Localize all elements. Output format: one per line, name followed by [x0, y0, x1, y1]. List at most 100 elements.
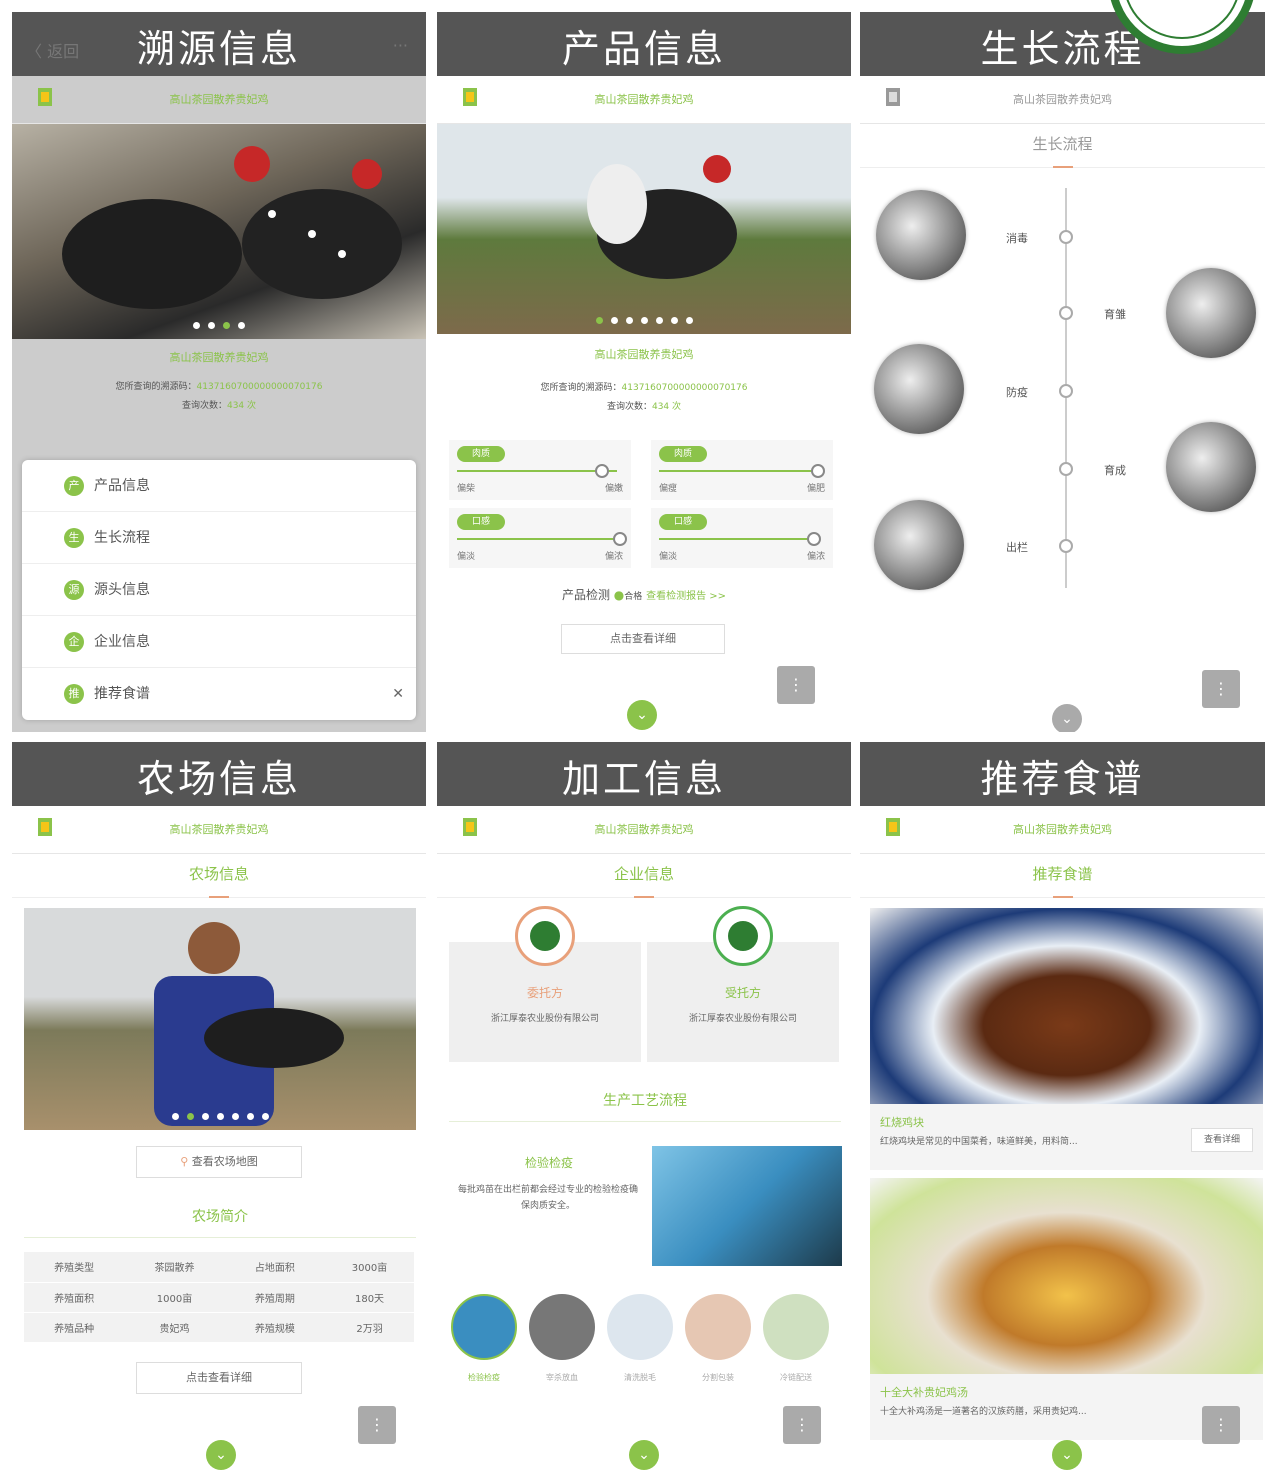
close-icon[interactable]: ✕ [392, 668, 404, 720]
panel-product: 产品信息 高山茶园散养贵妃鸡 高山茶园散养贵妃鸡 您所查询的溯源码：413716… [437, 12, 851, 732]
chevron-down-icon[interactable]: ⌄ [629, 1440, 659, 1470]
section-title: 企业信息 [437, 854, 851, 898]
process-thumb[interactable] [685, 1294, 751, 1360]
panel-process: 加工信息 高山茶园散养贵妃鸡 企业信息 委托方 浙江厚泰农业股份有限公司 受托方… [437, 742, 851, 1473]
farm-map-label: 查看农场地图 [191, 1155, 258, 1168]
menu-item-growth[interactable]: 生生长流程 [22, 512, 416, 564]
code-line: 您所查询的溯源码：4137160700000000070176 [12, 379, 426, 392]
menu-label: 生长流程 [94, 530, 150, 546]
brand-bar: 高山茶园散养贵妃鸡 [437, 806, 851, 854]
more-icon[interactable]: ··· [393, 36, 408, 55]
menu-label: 源头信息 [94, 582, 150, 598]
brand-name: 高山茶园散养贵妃鸡 [1013, 93, 1112, 106]
brand-bar: 高山茶园散养贵妃鸡 [860, 806, 1265, 854]
party-role: 委托方 [526, 986, 563, 1000]
process-thumb[interactable] [529, 1294, 595, 1360]
chevron-down-icon[interactable]: ⌄ [1052, 704, 1082, 732]
process-thumb[interactable] [451, 1294, 517, 1360]
inspection-row: 产品检测 ●合格 查看检测报告 >> [437, 586, 851, 603]
header: 农场信息 [12, 742, 426, 806]
slider-knob[interactable] [595, 464, 609, 478]
farmer-illustration [154, 922, 344, 1126]
brand-bar: 高山茶园散养贵妃鸡 [437, 76, 851, 124]
brand-name: 高山茶园散养贵妃鸡 [594, 823, 694, 836]
slider-right-label: 偏嫩 [604, 484, 623, 494]
chevron-down-icon[interactable]: ⌄ [1052, 1440, 1082, 1470]
slider-knob[interactable] [807, 532, 821, 546]
menu-label: 产品信息 [94, 478, 150, 494]
thumb-label: 宰杀放血 [546, 1373, 578, 1382]
step-title: 检验检疫 [524, 1156, 573, 1170]
chevron-down-icon[interactable]: ⌄ [206, 1440, 236, 1470]
thumb-label: 检验检疫 [468, 1373, 500, 1382]
menu-label: 推荐食谱 [94, 686, 150, 702]
process-thumb[interactable] [607, 1294, 673, 1360]
menu-item-product[interactable]: 产产品信息 [22, 460, 416, 512]
source-icon: 源 [64, 580, 84, 600]
process-thumb[interactable] [763, 1294, 829, 1360]
carousel-dots[interactable] [24, 1105, 416, 1124]
recipe-card[interactable]: 红烧鸡块 红烧鸡块是常见的中国菜肴，味道鲜美，用料简... 查看详细 [870, 908, 1263, 1170]
menu-item-company[interactable]: 企企业信息 [22, 616, 416, 668]
carousel-dots[interactable] [12, 314, 426, 333]
brand-name: 高山茶园散养贵妃鸡 [594, 93, 694, 106]
cell: 贵妃鸡 [124, 1312, 225, 1343]
cell: 养殖周期 [224, 1282, 326, 1313]
slider-meat-fat[interactable]: 肉质 偏瘦 偏肥 [651, 440, 833, 500]
slider-left-label: 偏淡 [457, 552, 476, 562]
more-menu-icon[interactable]: ⋮ [1202, 1406, 1240, 1444]
slider-meat-texture[interactable]: 肉质 偏柴 偏嫩 [449, 440, 631, 500]
more-menu-icon[interactable]: ⋮ [777, 666, 815, 704]
step-photo [874, 500, 964, 590]
thumb-label: 清洗脱毛 [624, 1373, 656, 1382]
more-menu-icon[interactable]: ⋮ [783, 1406, 821, 1444]
step-photo [874, 344, 964, 434]
slider-taste-1[interactable]: 口感 偏淡 偏浓 [449, 508, 631, 568]
cell: 180天 [325, 1282, 414, 1313]
inspection-result: 合格 [624, 592, 643, 602]
more-menu-icon[interactable]: ⋮ [358, 1406, 396, 1444]
nav-menu: 产产品信息 生生长流程 源源头信息 企企业信息 推推荐食谱 ✕ [22, 460, 416, 720]
party-role: 受托方 [724, 986, 761, 1000]
step-description: 每批鸡苗在出栏前都会经过专业的检验检疫确保肉质安全。 [457, 1185, 638, 1211]
menu-item-recipe[interactable]: 推推荐食谱 ✕ [22, 668, 416, 720]
farm-map-button[interactable]: ⚲ 查看农场地图 [136, 1146, 302, 1178]
detail-button[interactable]: 点击查看详细 [136, 1362, 302, 1394]
slider-knob[interactable] [613, 532, 627, 546]
chevron-down-icon[interactable]: ⌄ [627, 700, 657, 730]
recipe-detail-button[interactable]: 查看详细 [1191, 1128, 1253, 1152]
table-row: 养殖面积 1000亩 养殖周期 180天 [24, 1282, 414, 1313]
timeline-node [1059, 462, 1073, 476]
code-label: 您所查询的溯源码： [540, 383, 622, 393]
trace-code: 4137160700000000070176 [196, 382, 323, 392]
party-name: 浙江厚泰农业股份有限公司 [490, 1014, 599, 1024]
cell: 3000亩 [325, 1252, 414, 1283]
section-title: 生长流程 [860, 124, 1265, 168]
brand-bar: 高山茶园散养贵妃鸡 [12, 76, 426, 124]
carousel-dots[interactable] [437, 309, 851, 328]
recipe-title: 十全大补贵妃鸡汤 [880, 1386, 968, 1399]
entrusting-party-card: 委托方 浙江厚泰农业股份有限公司 [449, 906, 641, 1062]
menu-item-source[interactable]: 源源头信息 [22, 564, 416, 616]
timeline-node [1059, 306, 1073, 320]
more-menu-icon[interactable]: ⋮ [1202, 670, 1240, 708]
farm-photo [24, 908, 416, 1130]
step-label: 防疫 [1006, 386, 1028, 399]
check-icon: ● [613, 588, 625, 602]
slider-tag: 口感 [659, 514, 707, 530]
recipe-photo [870, 1178, 1263, 1374]
recipe-card[interactable]: 十全大补贵妃鸡汤 十全大补鸡汤是一道著名的汉族药膳，采用贵妃鸡... [870, 1178, 1263, 1440]
detail-button[interactable]: 点击查看详细 [561, 624, 725, 654]
product-subtitle: 高山茶园散养贵妃鸡 [594, 348, 694, 361]
entrusted-party-card: 受托方 浙江厚泰农业股份有限公司 [647, 906, 839, 1062]
slider-taste-2[interactable]: 口感 偏淡 偏浓 [651, 508, 833, 568]
step-label: 育成 [1104, 464, 1126, 477]
panel-farm: 农场信息 高山茶园散养贵妃鸡 农场信息 ⚲ 查看农场地图 农场简介 养殖类型 茶园… [12, 742, 426, 1473]
panel-recipe: 推荐食谱 高山茶园散养贵妃鸡 推荐食谱 红烧鸡块 红烧鸡块是常见的中国菜肴，味道… [860, 742, 1265, 1473]
company-icon: 企 [64, 632, 84, 652]
slider-knob[interactable] [811, 464, 825, 478]
farm-intro-title: 农场简介 [24, 1202, 416, 1238]
panel-growth: 生长流程 高山茶园散养贵妃鸡 生长流程 消毒 育雏 防疫 育成 出栏 ⋮ ⌄ [860, 12, 1265, 732]
company-badge-icon [713, 906, 773, 966]
inspection-report-link[interactable]: 查看检测报告 >> [646, 591, 726, 602]
